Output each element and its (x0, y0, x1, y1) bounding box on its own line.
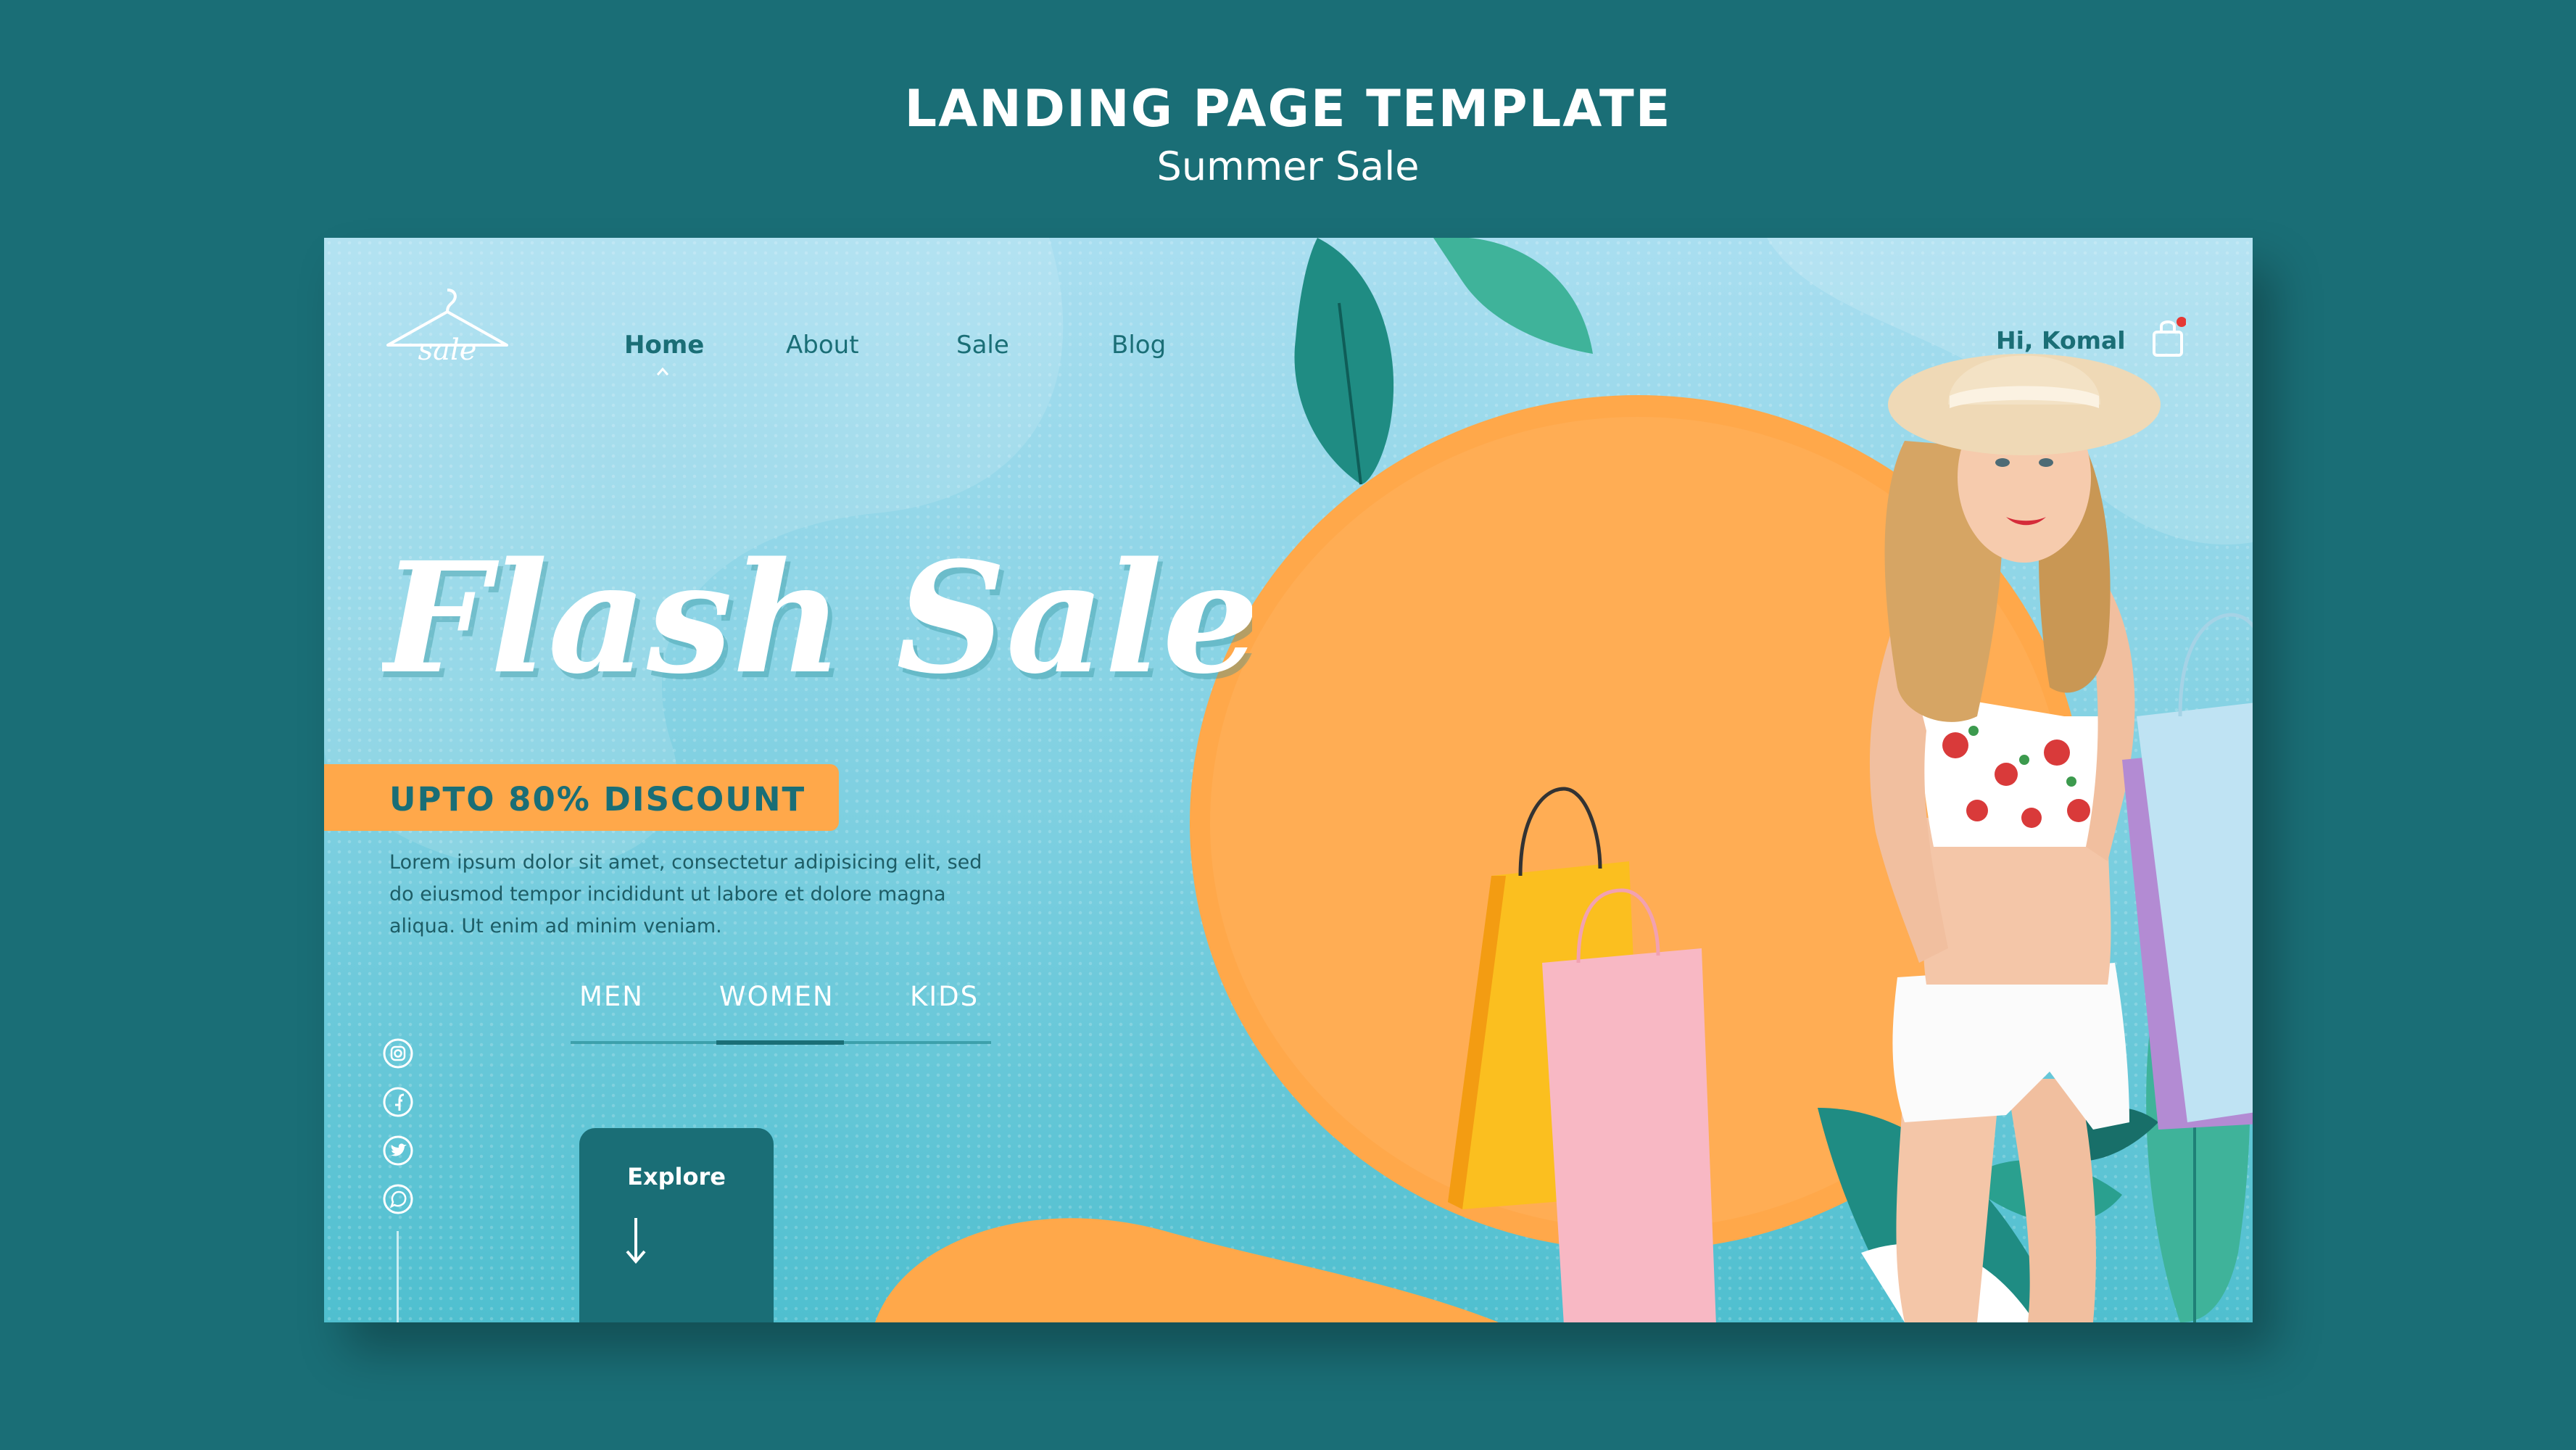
nav-sale[interactable]: Sale (956, 331, 1009, 360)
headline: Flash Sale Flash Sale (382, 529, 1252, 713)
tab-kids[interactable]: KIDS (910, 981, 979, 1012)
model-with-shopping-bags-image (1448, 354, 2253, 1322)
hanger-logo-icon[interactable]: sale (382, 281, 513, 368)
description-line: aliqua. Ut enim ad minim veniam. (389, 915, 722, 937)
discount-text: UPTO 80% DISCOUNT (389, 780, 806, 819)
hero-description: Lorem ipsum dolor sit amet, consectetur … (389, 847, 1013, 942)
instagram-icon[interactable] (382, 1037, 414, 1069)
whatsapp-icon[interactable] (382, 1183, 414, 1215)
discount-badge: UPTO 80% DISCOUNT (324, 764, 839, 831)
tab-men[interactable]: MEN (579, 981, 644, 1012)
nav-about[interactable]: About (786, 331, 859, 360)
facebook-icon[interactable] (382, 1086, 414, 1118)
chevron-up-icon (656, 367, 669, 376)
social-divider (397, 1231, 399, 1322)
twitter-icon[interactable] (382, 1135, 414, 1167)
page-heading: LANDING PAGE TEMPLATE Summer Sale (0, 76, 2576, 192)
page-subtitle: Summer Sale (1156, 144, 1420, 189)
description-line: Lorem ipsum dolor sit amet, consectetur … (389, 851, 982, 874)
page-title: LANDING PAGE TEMPLATE (904, 79, 1672, 138)
headline-text: Flash Sale (382, 529, 1252, 708)
explore-label: Explore (627, 1163, 726, 1190)
arrow-down-icon (626, 1218, 646, 1264)
explore-button[interactable]: Explore (579, 1128, 774, 1322)
nav-home[interactable]: Home (624, 331, 704, 360)
nav-blog[interactable]: Blog (1111, 331, 1166, 360)
description-line: do eiusmod tempor incididunt ut labore e… (389, 883, 946, 906)
logo-text: sale (418, 334, 477, 367)
landing-page-frame: sale Home About Sale Blog Hi, Komal Flas… (324, 238, 2253, 1322)
tab-women[interactable]: WOMEN (719, 981, 834, 1012)
category-active-indicator (716, 1040, 844, 1045)
